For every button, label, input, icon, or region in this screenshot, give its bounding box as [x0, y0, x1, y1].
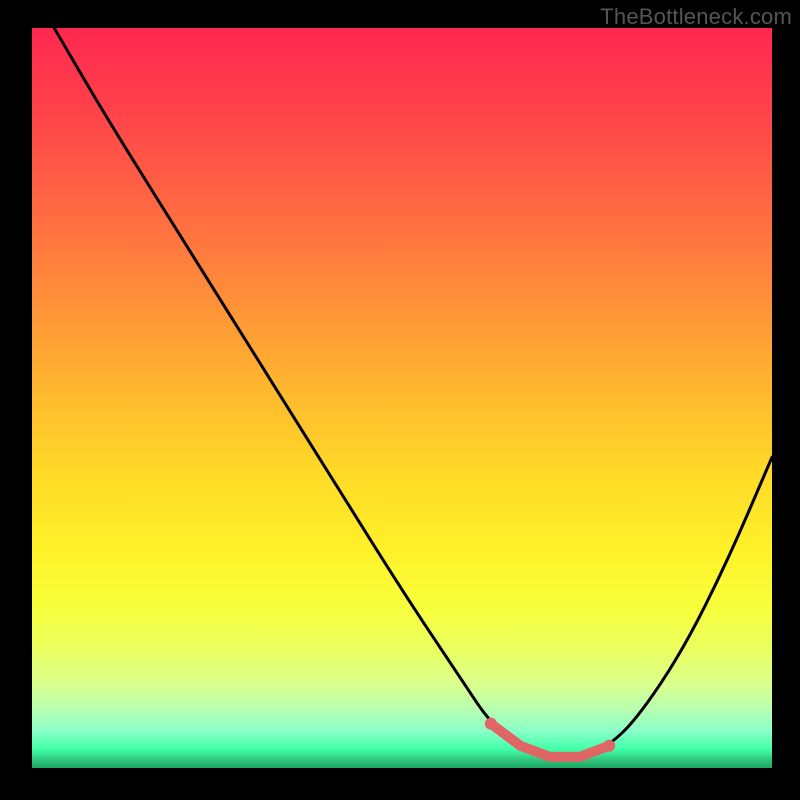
- chart-curve-overlay: [32, 28, 772, 768]
- watermark-text: TheBottleneck.com: [600, 4, 792, 30]
- chart-plot-area: [32, 28, 772, 768]
- highlight-segment: [491, 724, 609, 757]
- highlight-start-dot: [485, 718, 497, 730]
- highlight-end-dot: [603, 740, 615, 752]
- bottleneck-curve: [54, 28, 772, 757]
